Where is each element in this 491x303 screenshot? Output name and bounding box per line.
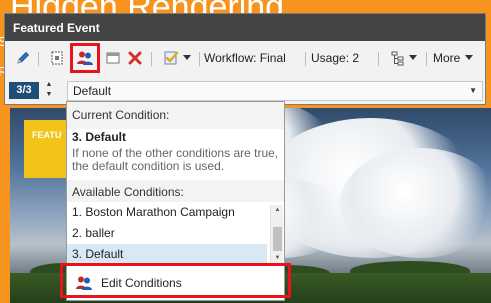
- condition-list-scrollbar[interactable]: ▲ ▼: [270, 205, 283, 263]
- rendering-panel: Featured Event Workflow: Final Usage: 2 …: [4, 13, 486, 105]
- feature-tab: FEATU: [24, 120, 68, 178]
- chevron-down-icon: ▼: [469, 86, 477, 95]
- condition-list: 1. Boston Marathon Campaign 2. baller 3.…: [67, 202, 284, 264]
- current-condition-description: If none of the other conditions are true…: [72, 146, 279, 173]
- condition-spinner[interactable]: ▲ ▼: [44, 80, 54, 100]
- chevron-down-icon[interactable]: ▼: [44, 90, 54, 100]
- panel-title: Featured Event: [5, 14, 485, 41]
- edit-button[interactable]: [13, 46, 33, 70]
- chevron-up-icon[interactable]: ▲: [44, 80, 54, 90]
- usage-label: Usage: 2: [311, 51, 360, 65]
- list-item[interactable]: 3. Default: [67, 244, 267, 264]
- scrollbar-thumb[interactable]: [273, 227, 282, 251]
- toolbar-separator: [305, 52, 306, 66]
- list-item[interactable]: 2. baller: [67, 223, 267, 243]
- hierarchy-icon: [391, 51, 403, 66]
- more-button[interactable]: More: [433, 46, 481, 70]
- highlight-edit-conditions: [60, 263, 291, 298]
- delete-button[interactable]: [125, 46, 145, 70]
- highlight-personalize: [70, 43, 100, 73]
- toolbar-separator: [151, 52, 152, 66]
- page-left-strip: [0, 108, 10, 303]
- chevron-up-icon[interactable]: ▲: [271, 205, 284, 215]
- dropdown-arrow-icon: [465, 55, 474, 60]
- dropdown-arrow-icon: [183, 55, 191, 60]
- condition-select[interactable]: Default ▼: [67, 81, 483, 101]
- usage-button[interactable]: Usage: 2: [311, 46, 373, 70]
- toolbar-separator: [38, 52, 39, 66]
- layout-button[interactable]: [103, 46, 123, 70]
- approve-button[interactable]: [160, 46, 194, 70]
- toolbar-separator: [199, 52, 200, 66]
- more-label: More: [433, 51, 461, 65]
- feature-tab-label: FEATU: [32, 130, 62, 140]
- delete-icon: [128, 51, 142, 65]
- select-parent-icon: [51, 51, 63, 65]
- workflow-button[interactable]: Workflow: Final: [204, 46, 294, 70]
- current-condition-heading: Current Condition:: [67, 102, 284, 129]
- chevron-down-icon[interactable]: ▼: [271, 253, 284, 263]
- panel-toolbar: Workflow: Final Usage: 2 More: [5, 41, 485, 74]
- approve-icon: [164, 51, 179, 65]
- workflow-label: Workflow: Final: [204, 51, 286, 65]
- available-conditions-heading: Available Conditions:: [67, 180, 284, 202]
- pencil-icon: [17, 51, 30, 64]
- condition-bar: 3/3 ▲ ▼ Default ▼: [5, 74, 485, 104]
- list-item[interactable]: 1. Boston Marathon Campaign: [67, 202, 267, 222]
- condition-counter: 3/3: [9, 82, 39, 99]
- toolbar-separator: [426, 52, 427, 66]
- condition-select-value: Default: [73, 84, 112, 98]
- toolbar-separator: [378, 52, 379, 66]
- layout-icon: [106, 52, 120, 64]
- current-condition-name: 3. Default: [72, 130, 127, 144]
- select-parent-button[interactable]: [47, 46, 67, 70]
- dropdown-arrow-icon: [408, 55, 417, 60]
- hierarchy-button[interactable]: [388, 46, 418, 70]
